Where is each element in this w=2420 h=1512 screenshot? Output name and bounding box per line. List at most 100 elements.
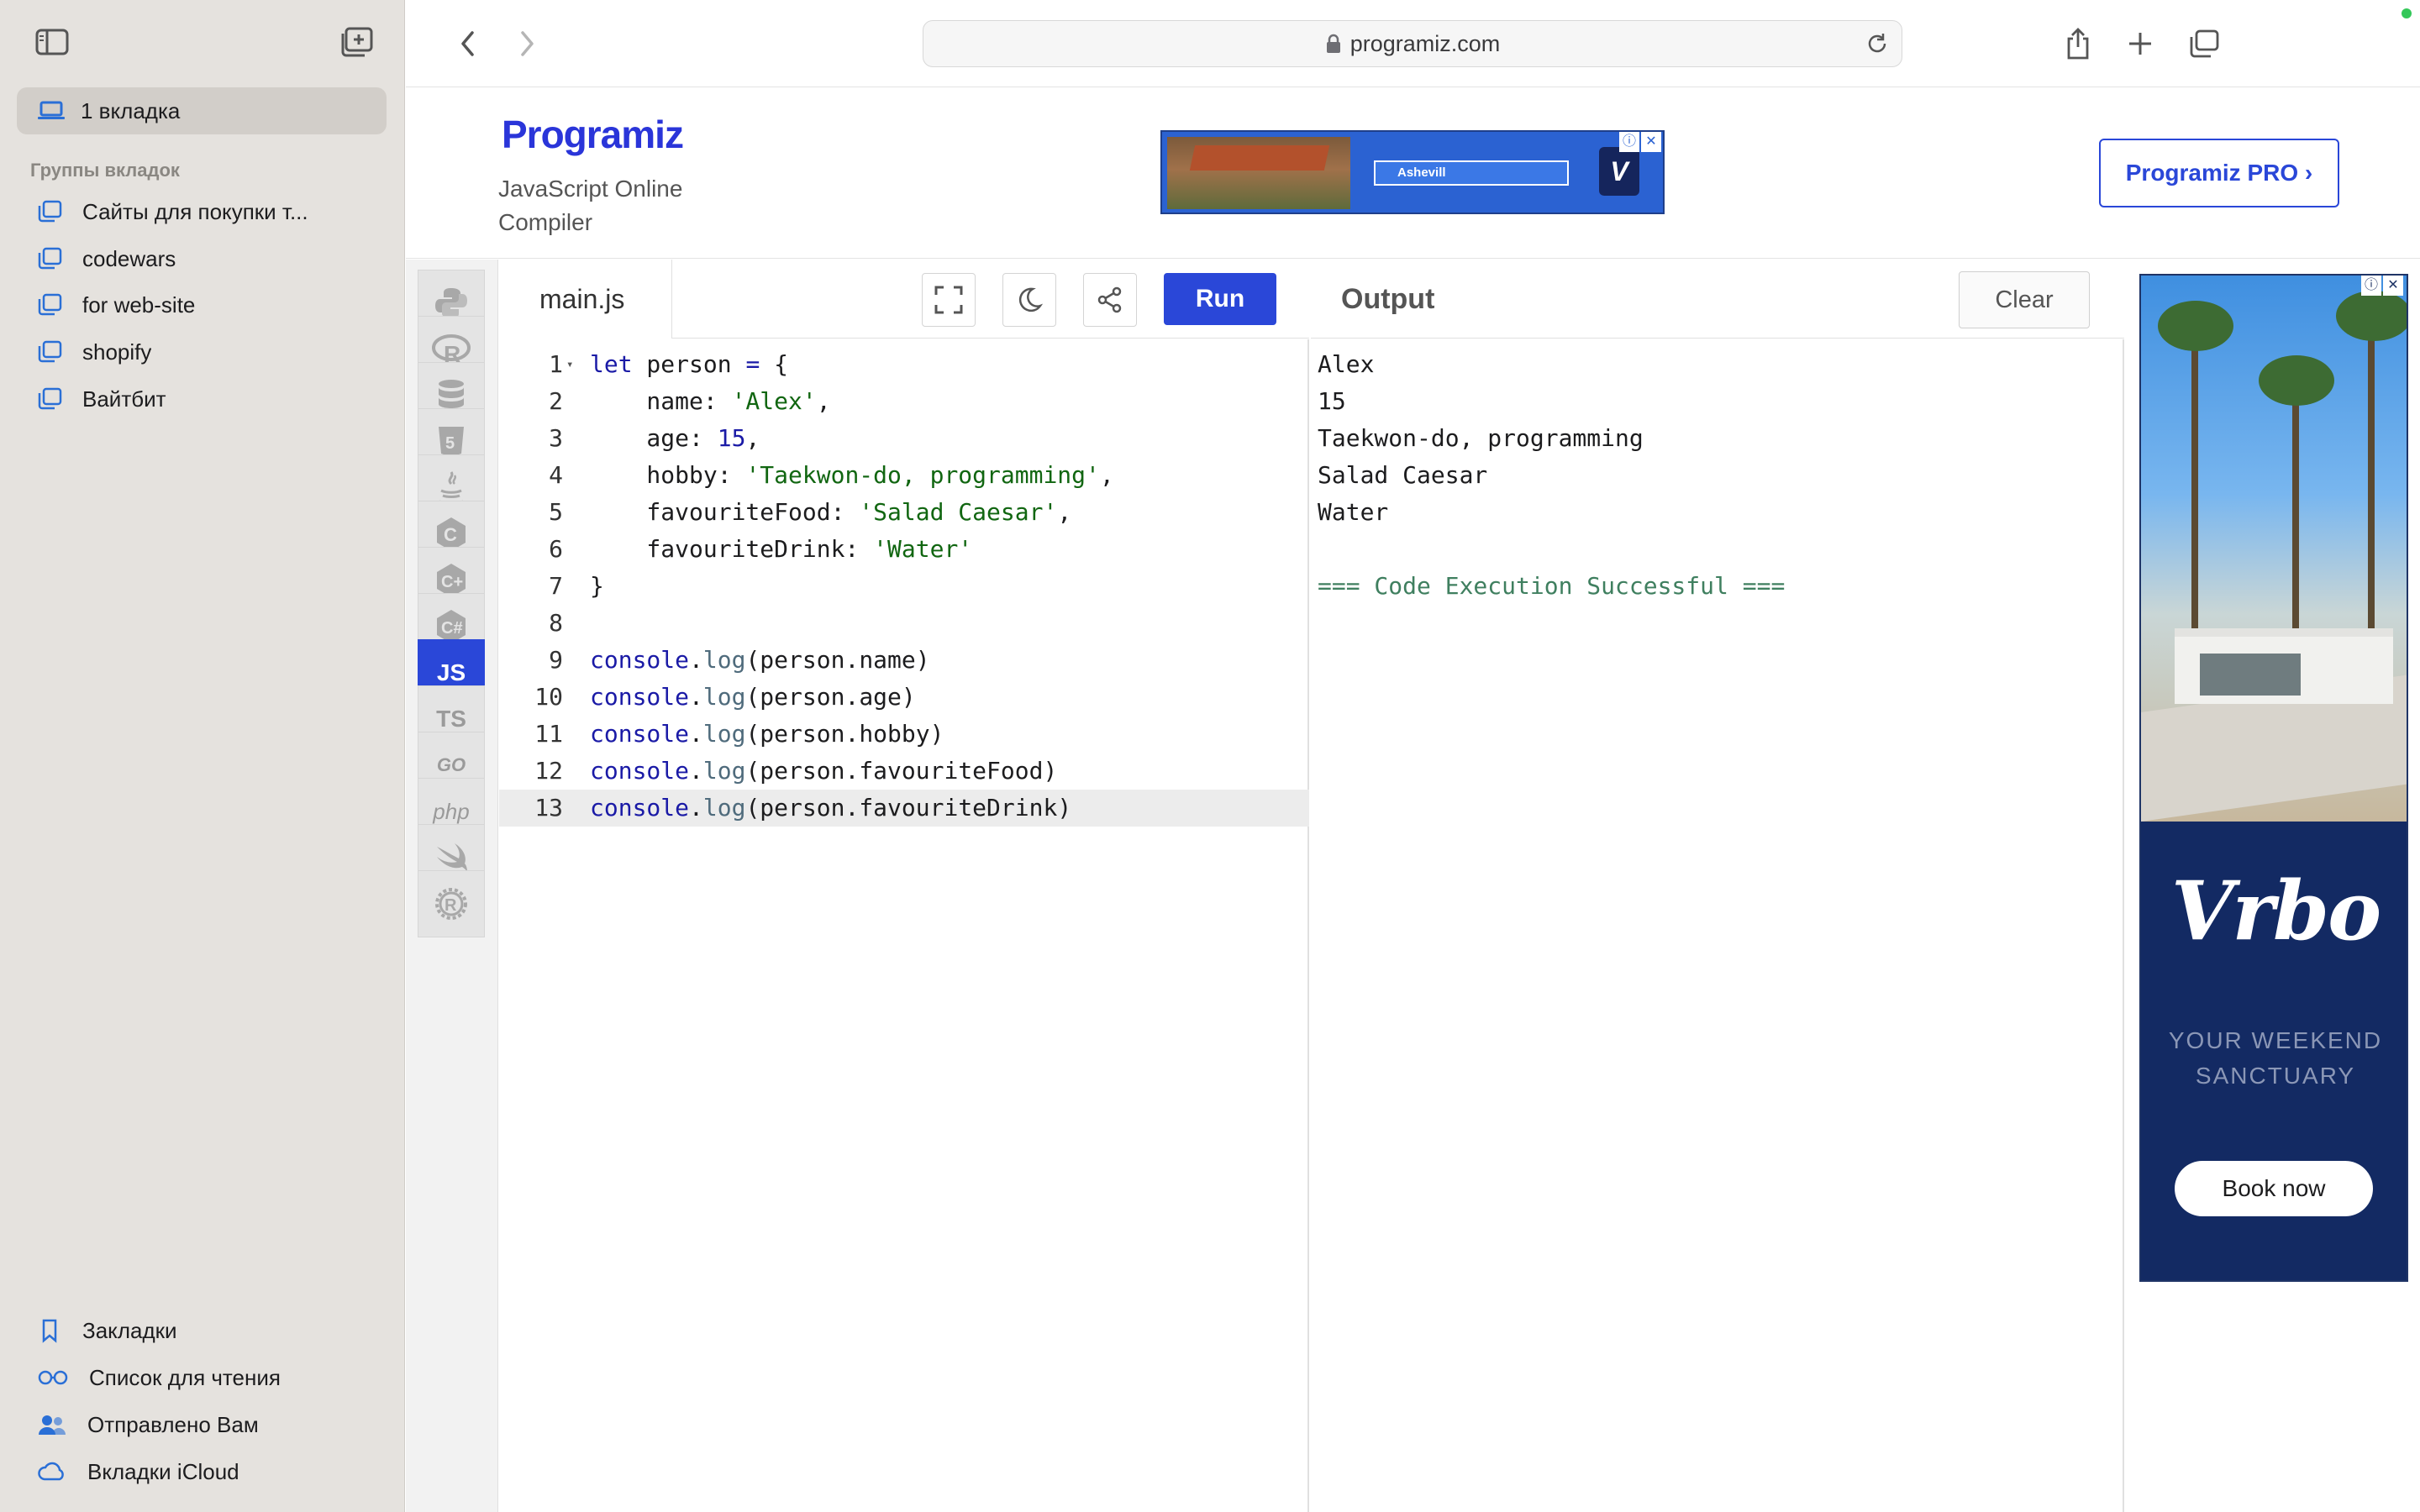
- fullscreen-icon: [934, 286, 963, 314]
- ad-brand-logo: Vrbo: [2170, 864, 2381, 958]
- line-number: 5: [549, 498, 563, 526]
- file-tab[interactable]: main.js: [499, 260, 672, 339]
- code-line[interactable]: 4 hobby: 'Taekwon-do, programming',: [499, 457, 1309, 494]
- output-line: Salad Caesar: [1318, 461, 1488, 489]
- code-line[interactable]: 2 name: 'Alex',: [499, 383, 1309, 420]
- sidebar-reading-list[interactable]: Список для чтения: [37, 1359, 390, 1396]
- code-text: favouriteDrink: 'Water': [590, 535, 973, 563]
- sidebar-bookmarks[interactable]: Закладки: [37, 1312, 390, 1349]
- code-editor[interactable]: 1 ▾ let person = {2 name: 'Alex', 3 age: 15…: [499, 339, 1309, 1512]
- output-line: 15: [1318, 387, 1346, 415]
- code-text: console.log(person.age): [590, 683, 916, 711]
- execution-status: === Code Execution Successful ===: [1318, 572, 1786, 600]
- line-number: 3: [549, 424, 563, 452]
- share-button[interactable]: [2058, 24, 2098, 64]
- code-text: name: 'Alex',: [590, 387, 831, 415]
- safari-sidebar: 1 вкладка Группы вкладок Сайты для покуп…: [0, 0, 405, 1512]
- html5-icon: 5: [439, 427, 464, 457]
- ts-icon: TS: [436, 706, 466, 732]
- line-number: 1: [549, 350, 563, 378]
- share-icon: [2067, 28, 2089, 60]
- code-text: console.log(person.favouriteFood): [590, 757, 1058, 785]
- svg-text:R: R: [445, 896, 457, 915]
- code-line[interactable]: 11 console.log(person.hobby): [499, 716, 1309, 753]
- fold-toggle-icon[interactable]: ▾: [566, 346, 573, 383]
- sidebar-tab-group[interactable]: for web-site: [37, 286, 390, 323]
- sidebar-icloud-tabs[interactable]: Вкладки iCloud: [37, 1453, 390, 1490]
- code-line[interactable]: 9 console.log(person.name): [499, 642, 1309, 679]
- reload-icon: [1868, 34, 1886, 53]
- sidebar-tab-group[interactable]: Сайты для покупки т...: [37, 193, 390, 230]
- tab-group-icon: [38, 387, 62, 410]
- url-text: programiz.com: [1349, 30, 1501, 56]
- programiz-pro-button[interactable]: Programiz PRO ›: [2099, 139, 2339, 207]
- programiz-logo[interactable]: Programiz: [502, 112, 684, 157]
- sidebar-tab-group[interactable]: shopify: [37, 333, 390, 370]
- code-line[interactable]: 5 favouriteFood: 'Salad Caesar',: [499, 494, 1309, 531]
- ad-info-icon[interactable]: ⓘ: [2361, 276, 2381, 296]
- back-button[interactable]: [450, 25, 487, 62]
- sidebar-tab-group[interactable]: Вайтбит: [37, 381, 390, 417]
- svg-text:C: C: [444, 524, 457, 545]
- sidebar-tab-group[interactable]: codewars: [37, 240, 390, 277]
- tab-group-label: for web-site: [82, 291, 196, 318]
- code-text: console.log(person.hobby): [590, 720, 944, 748]
- go-icon: GO: [436, 754, 466, 775]
- line-number: 7: [549, 572, 563, 600]
- editor-header: main.js Run: [499, 260, 1309, 339]
- code-text: favouriteFood: 'Salad Caesar',: [590, 498, 1072, 526]
- shared-with-you-icon: [39, 1415, 66, 1435]
- line-number: 13: [534, 794, 563, 822]
- code-line[interactable]: 10 console.log(person.age): [499, 679, 1309, 716]
- new-tab-button[interactable]: [2120, 24, 2160, 64]
- ad-brand-logo: V: [1599, 147, 1639, 196]
- forward-button[interactable]: [508, 25, 545, 62]
- lock-icon: [1326, 34, 1340, 53]
- tab-overview-button[interactable]: [2184, 24, 2224, 64]
- sidebar-toggle-button[interactable]: [34, 25, 71, 59]
- code-line[interactable]: 13 console.log(person.favouriteDrink): [499, 790, 1309, 827]
- code-text: console.log(person.name): [590, 646, 930, 674]
- sidebar-active-tabs[interactable]: 1 вкладка: [17, 87, 387, 134]
- dark-mode-button[interactable]: [1002, 273, 1056, 327]
- top-ad-banner[interactable]: Ashevill V ⓘ ✕: [1160, 130, 1665, 214]
- code-line[interactable]: 12 console.log(person.favouriteFood): [499, 753, 1309, 790]
- sidebar-shared-with-you[interactable]: Отправлено Вам: [37, 1406, 390, 1443]
- output-console[interactable]: Alex 15 Taekwon-do, programming Salad Caesa…: [1311, 339, 2124, 1512]
- chevron-left-icon: [461, 31, 474, 56]
- language-rust[interactable]: R: [418, 870, 485, 937]
- address-bar[interactable]: programiz.com: [923, 20, 1902, 67]
- code-line[interactable]: 7}: [499, 568, 1309, 605]
- code-line[interactable]: 3 age: 15,: [499, 420, 1309, 457]
- line-number: 12: [534, 757, 563, 785]
- plus-icon: [2129, 33, 2151, 55]
- book-now-button[interactable]: Book now: [2175, 1161, 2373, 1216]
- code-line[interactable]: 8: [499, 605, 1309, 642]
- fullscreen-button[interactable]: [922, 273, 976, 327]
- tab-group-icon: [38, 200, 62, 223]
- output-line: Alex: [1318, 350, 1375, 378]
- code-text: age: 15,: [590, 424, 760, 452]
- share-nodes-icon: [1097, 286, 1122, 313]
- reload-button[interactable]: [1865, 31, 1890, 60]
- chevron-right-icon: [521, 31, 534, 56]
- sidebar-active-tabs-label: 1 вкладка: [81, 97, 181, 123]
- line-number: 11: [534, 720, 563, 748]
- svg-text:5: 5: [445, 434, 455, 453]
- code-text: console.log(person.favouriteDrink): [590, 794, 1072, 822]
- clear-button[interactable]: Clear: [1959, 271, 2090, 328]
- ad-close-icon[interactable]: ✕: [2383, 276, 2403, 296]
- ad-location-text: Ashevill: [1397, 165, 1446, 180]
- line-number: 2: [549, 387, 563, 415]
- code-line[interactable]: 1 ▾ let person = {: [499, 346, 1309, 383]
- share-code-button[interactable]: [1083, 273, 1137, 327]
- output-line: Water: [1318, 498, 1389, 526]
- run-button[interactable]: Run: [1164, 273, 1276, 325]
- ad-close-icon[interactable]: ✕: [1641, 132, 1661, 152]
- new-tab-group-button[interactable]: [338, 25, 375, 59]
- ad-info-icon[interactable]: ⓘ: [1619, 132, 1639, 152]
- side-ad[interactable]: ⓘ ✕ Vrbo YOUR WEEKEND SANCTUARY Book now: [2139, 274, 2408, 1282]
- screen: 1 вкладка Группы вкладок Сайты для покуп…: [0, 0, 2420, 1512]
- code-line[interactable]: 6 favouriteDrink: 'Water': [499, 531, 1309, 568]
- js-icon: JS: [436, 659, 466, 685]
